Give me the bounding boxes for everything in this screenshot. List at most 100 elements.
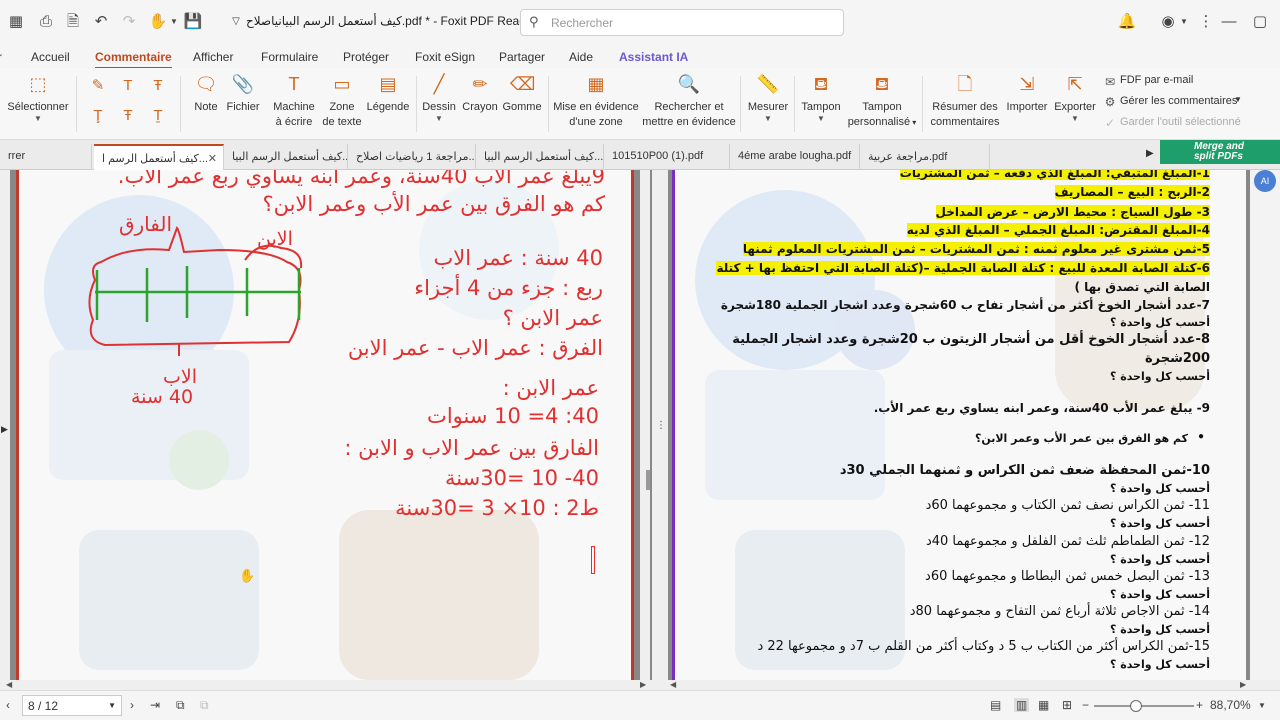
import-button[interactable]: ⇲ Importer [1004,72,1050,115]
tab-doc-1[interactable]: rrer [0,144,92,170]
minimize-icon[interactable]: — [1219,12,1239,32]
stamp-button[interactable]: ⛾ Tampon ▼ [798,72,844,123]
summarize-comments-button[interactable]: 🗋 Résumer des commentaires [926,72,1004,130]
scroll-left-icon[interactable]: ◀ [670,680,676,689]
fdf-email-link[interactable]: FDF par e-mail [1120,74,1193,86]
merge-split-banner[interactable]: Merge and split PDFs [1160,140,1280,164]
left-page-scrollbar[interactable] [640,170,650,680]
callout-button[interactable]: ▤ Légende [366,72,410,115]
scroll-right-icon[interactable]: ▶ [1240,680,1246,689]
export-button[interactable]: ⇱ Exporter ▼ [1052,72,1098,123]
pencil-button[interactable]: ✏ Crayon [460,72,500,115]
ask-line: أحسب كل واحدة ؟ [1109,658,1210,671]
zoom-slider[interactable] [1094,705,1194,707]
eraser-button[interactable]: ⌫ Gomme [500,72,544,115]
ai-assistant-icon[interactable]: AI [1254,170,1276,192]
highlighted-text: 3- طول السياج : محيط الارض – عرض المداخل [935,205,1210,219]
copy-page-icon[interactable]: ⧉ [176,698,185,713]
undo-icon[interactable]: ↶ [91,12,111,32]
file-attach-button[interactable]: 📎 Fichier [226,72,260,115]
search-input[interactable]: ⚲ Rechercher [520,9,844,36]
left-scroll-thumb[interactable] [646,470,650,490]
menu-assistant-ia[interactable]: Assistant IA [619,50,688,64]
note-button[interactable]: 🗨 Note [188,72,224,115]
strikeout-text-icon[interactable]: Ŧ [118,106,138,126]
measure-button[interactable]: 📏 Mesurer ▼ [744,72,792,123]
text-tool-icon[interactable]: T [118,76,138,96]
paste-page-icon[interactable]: ⧉ [200,698,209,713]
horizontal-scrollbar[interactable]: ◀ ▶ ◀ ▶ [0,680,1280,690]
bell-icon[interactable]: 🔔 [1117,12,1137,32]
previous-page-icon[interactable]: ‹ [6,698,10,712]
menu-proteger[interactable]: Protéger [343,50,389,64]
chevron-down-icon[interactable]: ▼ [1234,95,1242,104]
menu-commentaire[interactable]: Commentaire [95,50,172,69]
next-page-icon[interactable]: › [130,698,134,712]
chevron-down-icon[interactable]: ▼ [1174,12,1194,32]
highlight-text-icon[interactable]: ✎ [88,76,108,96]
save-icon[interactable]: 💾 [183,12,203,32]
underline-text-icon[interactable]: Ţ [88,106,108,126]
replace-text-icon[interactable]: Ṯ [148,106,168,126]
tab-doc-5[interactable]: كيف أستعمل الرسم البيا... [476,144,604,170]
fit-view-icon[interactable]: ⊞ [1062,698,1072,712]
redo-icon[interactable]: ↷ [119,12,139,32]
typewriter-button[interactable]: T Machine à écrire [270,72,318,130]
menu-partager[interactable]: Partager [499,50,545,64]
menu-icon[interactable]: ⋮ [1196,12,1216,32]
tab-doc-3[interactable]: كيف أستعمل الرسم البيا... [224,144,348,170]
drawing-button[interactable]: ╱ Dessin ▼ [420,72,458,123]
menu-file-partial[interactable]: r [0,50,2,64]
zoom-slider-knob[interactable] [1130,700,1142,712]
search-highlight-button[interactable]: 🔍 Rechercher et mettre en évidence [642,72,736,130]
tab-doc-4[interactable]: مراجعة 1 رياضيات اصلاح... [348,144,476,170]
typewriter-label-2: à écrire [275,116,313,128]
textbox-button[interactable]: ▭ Zone de texte [320,72,364,130]
chevron-down-icon[interactable]: ▽ [226,12,246,32]
maximize-icon[interactable]: ▢ [1250,12,1270,32]
stamp-icon: ⛾ [813,74,829,94]
zoom-level[interactable]: 88,70% [1210,698,1251,712]
file-icon[interactable]: 🗎 [63,12,83,32]
area-highlight-label: Mise en évidence [553,101,639,113]
continuous-view-icon[interactable]: ▥ [1014,698,1030,712]
ask-line: أحسب كل واحدة ؟ [1109,517,1210,530]
tab-doc-2-active[interactable]: كيف أستعمل الرسم ا... ✕ [94,144,224,170]
left-pdf-page[interactable]: 9يبلغ عمر الاب 40سنة، وعمر ابنه يساوي رب… [16,170,634,680]
select-button[interactable]: ⬚ Sélectionner ▼ [6,72,70,123]
custom-stamp-button[interactable]: ⛾ Tampon personnalisé ▾ [846,72,918,130]
menu-formulaire[interactable]: Formulaire [261,50,318,64]
textbox-icon: ▭ [333,74,351,94]
expand-panel-icon[interactable]: ▶ [1,424,8,435]
text-line-2: 2-الربح : البيع – المصاريف [1054,185,1210,199]
menu-afficher[interactable]: Afficher [193,50,233,64]
menu-foxit-esign[interactable]: Foxit eSign [415,50,475,64]
single-page-view-icon[interactable]: ▤ [990,698,1001,712]
chevron-down-icon[interactable]: ▼ [1258,701,1266,710]
scroll-left-icon[interactable]: ◀ [6,680,12,689]
keep-tool-selected-link[interactable]: Garder l'outil sélectionné [1120,116,1241,128]
scroll-right-icon[interactable]: ▶ [640,680,646,689]
highlighted-text: 5-ثمن مشترى غير معلوم ثمنه : ثمن المشتري… [742,242,1210,256]
print-icon[interactable]: ⎙ [36,12,56,32]
tab-doc-8[interactable]: مراجعة عربية.pdf [860,144,990,170]
summarize-label: Résumer des [932,101,998,113]
page-number-input[interactable]: 8 / 12 ▼ [22,695,122,716]
tab-list-icon[interactable]: ▶ [1146,148,1154,159]
tab-doc-7[interactable]: 4éme arabe lougha.pdf [730,144,860,170]
right-pdf-page[interactable]: 1-المبلغ المتبقي: المبلغ الذي دفعه – ثمن… [672,170,1246,680]
split-handle-icon[interactable]: ⋮ [656,420,666,431]
close-icon[interactable]: ✕ [208,152,217,165]
menu-accueil[interactable]: Accueil [31,50,70,64]
zoom-out-icon[interactable]: − [1082,698,1089,712]
chevron-down-icon[interactable]: ▼ [164,12,184,32]
manage-comments-link[interactable]: Gérer les commentaires [1120,95,1237,107]
insert-text-icon[interactable]: Ŧ [148,76,168,96]
last-page-icon[interactable]: ⇥ [150,698,160,712]
zoom-in-icon[interactable]: + [1196,698,1203,712]
custom-stamp-label: Tampon [862,101,902,113]
facing-view-icon[interactable]: ▦ [1038,698,1049,712]
area-highlight-button[interactable]: ▦ Mise en évidence d'une zone [552,72,640,130]
menu-aide[interactable]: Aide [569,50,593,64]
tab-doc-6[interactable]: 101510P00 (1).pdf [604,144,730,170]
